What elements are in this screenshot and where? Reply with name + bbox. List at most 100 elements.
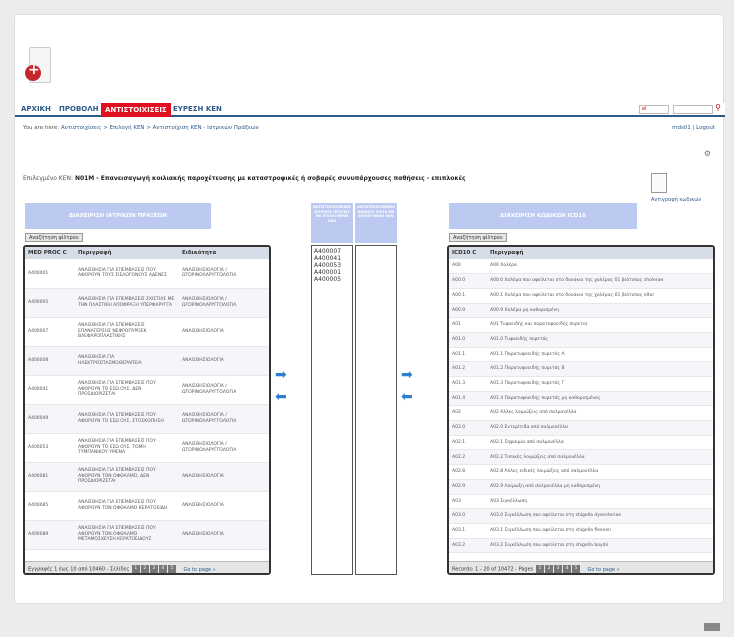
icd10-cell: A01 <box>449 317 487 333</box>
procedure-row[interactable]: A400085 ΑΝΑΙΣΘΗΣΙΑ ΓΙΑ ΕΠΕΜΒΑΣΕΙΣ ΠΟΥ ΑΦΟ… <box>25 491 269 521</box>
icd10-row[interactable]: A01.4 A01.4 Παρατυφοειδής πυρετός μη καθο… <box>449 391 713 407</box>
icd10-row[interactable]: A03.2 A03.2 Σιγκέλλωση που οφείλεται στη … <box>449 538 713 554</box>
assigned-code[interactable]: A400005 <box>314 276 350 283</box>
procedure-cell: ΑΝΑΙΣΘΗΣΙΑ ΓΙΑ ΕΠΕΜΒΑΣΕΙΣ ΕΠΑΝΑΓΕΡΣΗΣ ΝΕ… <box>75 317 179 347</box>
icd10-cell: A03.0 Σιγκέλλωση που οφείλεται στη shige… <box>487 508 713 524</box>
icd10-row[interactable]: A02.0 A02.0 Εντερίτιδα από σαλμονέλλα <box>449 420 713 436</box>
procedure-cell: ΑΝΑΙΣΘΗΣΙΑ ΓΙΑ ΕΠΕΜΒΑΣΕΙΣ ΠΟΥ ΑΦΟΡΟΥΝ ΤΟ… <box>75 259 179 289</box>
icd10-cell: A01 Τυφοειδής και παρατυφοειδής πυρετοί <box>487 317 713 333</box>
procedure-row[interactable]: A400005 ΑΝΑΙΣΘΗΣΙΑ ΓΙΑ ΕΠΕΜΒΑΣΕΙΣ ΣΧΙΣΤΙΑ… <box>25 288 269 318</box>
procedure-cell: ΑΝΑΙΣΘΗΣΙΟΛΟΓΙΑ / ΩΤΟΡΙΝΟΛΑΡΥΓΓΟΛΟΓΙΑ <box>179 433 269 463</box>
left-page-button[interactable]: 4 <box>158 565 167 573</box>
assigned-icd-list[interactable] <box>355 245 397 575</box>
nav-item-home[interactable]: ΑΡΧΙΚΗ <box>21 105 51 113</box>
col-specialty[interactable]: Ειδικότητα <box>179 247 269 259</box>
search-input[interactable] <box>673 105 713 114</box>
user-info[interactable]: mds01 | Logout <box>672 125 715 131</box>
icd10-cell: A01.0 Τυφοειδής πυρετός <box>487 332 713 348</box>
icd10-cell: A02.0 <box>449 420 487 436</box>
col-description[interactable]: Περιγραφή <box>75 247 179 259</box>
document-icon[interactable] <box>651 173 667 193</box>
icd10-cell: A01.1 <box>449 347 487 363</box>
icd10-row[interactable]: A02.1 A02.1 Σηψαιμία από σαλμονέλλα <box>449 435 713 451</box>
language-select[interactable]: el <box>639 105 669 114</box>
left-page-button[interactable]: 3 <box>149 565 158 573</box>
selected-code: N01M <box>74 175 95 182</box>
left-page-button[interactable]: 1 <box>131 565 140 573</box>
right-page-button[interactable]: 1 <box>535 565 544 573</box>
icd10-cell: A02.2 <box>449 449 487 466</box>
icd10-row[interactable]: A03 A03 Σιγκέλλωση <box>449 494 713 510</box>
icd10-row[interactable]: A00.1 A00.1 Χολέρα που οφείλεται στο δονά… <box>449 288 713 304</box>
icd10-row[interactable]: A03.0 A03.0 Σιγκέλλωση που οφείλεται στη … <box>449 508 713 524</box>
icd10-row[interactable]: A00 A00 Χολέρα <box>449 259 713 275</box>
medical-cross-icon <box>25 62 41 81</box>
search-icon[interactable]: ⚲ <box>715 103 721 112</box>
procedure-row[interactable]: A400053 ΑΝΑΙΣΘΗΣΙΑ ΓΙΑ ΕΠΕΜΒΑΣΕΙΣ ΠΟΥ ΑΦΟ… <box>25 433 269 463</box>
right-page-button[interactable]: 4 <box>562 565 571 573</box>
right-goto-page[interactable]: Go to page » <box>587 567 619 573</box>
right-page-button[interactable]: 2 <box>544 565 553 573</box>
remove-left-arrow-icon[interactable]: ⬅ <box>275 389 287 405</box>
left-pager: Εγγραφές 1 έως 10 από 10460 - Σελίδες 12… <box>25 561 269 573</box>
add-icd-arrow-icon[interactable]: ➡ <box>401 367 413 383</box>
icd10-cell: A00.1 Χολέρα που οφείλεται στο δονάκιο τ… <box>487 288 713 304</box>
copy-codes-link[interactable]: Αντιγραφή κωδικών <box>651 197 711 203</box>
footer-badge <box>704 623 720 631</box>
icd10-row[interactable]: A01.3 A01.3 Παρατυφοειδής πυρετός Γ <box>449 376 713 392</box>
icd10-cell: A02.1 Σηψαιμία από σαλμονέλλα <box>487 435 713 451</box>
icd10-row[interactable]: A01 A01 Τυφοειδής και παρατυφοειδής πυρετ… <box>449 317 713 333</box>
icd10-row[interactable]: A02.9 A02.9 Λοίμωξη από σαλμονέλλα μη καθ… <box>449 479 713 495</box>
right-filter-button[interactable]: Αναζήτηση φίλτρου <box>449 233 507 242</box>
icd10-row[interactable]: A01.2 A01.2 Παρατυφοειδής πυρετός Β <box>449 361 713 377</box>
assigned-code[interactable]: A400041 <box>314 255 350 262</box>
assigned-code[interactable]: A400007 <box>314 248 350 255</box>
icd10-row[interactable]: A02 A02 Άλλες λοιμώξεις από σαλμονέλλα <box>449 405 713 422</box>
icd10-row[interactable]: A01.0 A01.0 Τυφοειδής πυρετός <box>449 332 713 348</box>
procedure-cell: ΑΝΑΙΣΘΗΣΙΑ ΓΙΑ ΕΠΕΜΒΑΣΕΙΣ ΠΟΥ ΑΦΟΡΟΥΝ ΤΟ… <box>75 520 179 550</box>
assigned-code[interactable]: A400001 <box>314 269 350 276</box>
col-med-proc[interactable]: MED PROC C <box>25 247 75 259</box>
icd10-cell: A02.8 <box>449 464 487 480</box>
mid-right-header: ΑΝΤΙΣΤΟΙΧΙΣΜΕΝΟΙ ΚΩΔΙΚΟΙ ICD10 ΜΕ ΕΠΙΛΕΓ… <box>355 203 397 243</box>
nav-item-view[interactable]: ΠΡΟΒΟΛΗ <box>59 105 99 113</box>
icd10-cell: A00 <box>449 259 487 275</box>
procedure-cell: A400049 <box>25 404 75 434</box>
add-right-arrow-icon[interactable]: ➡ <box>275 367 287 383</box>
procedure-row[interactable]: A400001 ΑΝΑΙΣΘΗΣΙΑ ΓΙΑ ΕΠΕΜΒΑΣΕΙΣ ΠΟΥ ΑΦΟ… <box>25 259 269 289</box>
icd10-cell: A01.0 <box>449 332 487 348</box>
icd10-row[interactable]: A02.8 A02.8 Άλλες ειδικές λοιμώξεις από σ… <box>449 464 713 480</box>
icd10-cell: A01.2 <box>449 361 487 377</box>
procedure-row[interactable]: A400008 ΑΝΑΙΣΘΗΣΙΑ ΓΙΑ ΗΛΕΚΤΡΟΣΠΑΣΜΟΘΕΡΑΠ… <box>25 346 269 376</box>
left-page-button[interactable]: 2 <box>140 565 149 573</box>
icd10-row[interactable]: A00.0 A00.0 Χολέρα που οφείλεται στο δονά… <box>449 273 713 289</box>
procedure-cell: ΑΝΑΙΣΘΗΣΙΑ ΓΙΑ ΕΠΕΜΒΑΣΕΙΣ ΠΟΥ ΑΦΟΡΟΥΝ ΤΟ… <box>75 491 179 521</box>
right-page-button[interactable]: 5 <box>571 565 580 573</box>
left-panel-header: ΔΙΑΧΕΙΡΙΣΗ ΙΑΤΡΙΚΩΝ ΠΡΑΞΕΩΝ <box>25 203 211 229</box>
right-page-button[interactable]: 3 <box>553 565 562 573</box>
left-goto-page[interactable]: Go to page » <box>183 567 215 573</box>
icd10-row[interactable]: A02.2 A02.2 Τοπικές λοιμώξεις από σαλμονέ… <box>449 449 713 466</box>
nav-item-mappings[interactable]: ΑΝΤΙΣΤΟΙΧΙΣΕΙΣ <box>101 103 171 117</box>
procedure-row[interactable]: A400049 ΑΝΑΙΣΘΗΣΙΑ ΓΙΑ ΕΠΕΜΒΑΣΕΙΣ ΠΟΥ ΑΦΟ… <box>25 404 269 434</box>
icd10-cell: A02.8 Άλλες ειδικές λοιμώξεις από σαλμον… <box>487 464 713 480</box>
assigned-procedures-list[interactable]: A400007 A400041 A400053 A400001 A400005 <box>311 245 353 575</box>
remove-icd-arrow-icon[interactable]: ⬅ <box>401 389 413 405</box>
nav-item-find[interactable]: ΕΥΡΕΣΗ ΚΕΝ <box>173 105 222 113</box>
icd10-row[interactable]: A01.1 A01.1 Παρατυφοειδής πυρετός Α <box>449 347 713 363</box>
assigned-code[interactable]: A400053 <box>314 262 350 269</box>
icd10-row[interactable]: A03.1 A03.1 Σιγκέλλωση που οφείλεται στη … <box>449 523 713 539</box>
breadcrumb-path[interactable]: Αντιστοιχίσεις > Επιλογή ΚΕΝ > Αντιστοίχ… <box>61 125 259 131</box>
settings-icon[interactable]: ⚙ <box>704 149 711 158</box>
icd10-row[interactable]: A00.9 A00.9 Χολέρα μη καθορισμένη <box>449 303 713 319</box>
procedure-row[interactable]: A400041 ΑΝΑΙΣΘΗΣΙΑ ΓΙΑ ΕΠΕΜΒΑΣΕΙΣ ΠΟΥ ΑΦΟ… <box>25 375 269 405</box>
col-icd-description[interactable]: Περιγραφή <box>487 247 713 259</box>
procedure-row[interactable]: A400081 ΑΝΑΙΣΘΗΣΙΑ ΓΙΑ ΕΠΕΜΒΑΣΕΙΣ ΠΟΥ ΑΦΟ… <box>25 462 269 492</box>
procedure-cell: A400041 <box>25 375 75 405</box>
icd10-cell: A03.2 Σιγκέλλωση που οφείλεται στη shige… <box>487 538 713 554</box>
left-page-button[interactable]: 5 <box>167 565 176 573</box>
procedure-row[interactable]: A400007 ΑΝΑΙΣΘΗΣΙΑ ΓΙΑ ΕΠΕΜΒΑΣΕΙΣ ΕΠΑΝΑΓΕ… <box>25 317 269 347</box>
procedure-row[interactable]: A400089 ΑΝΑΙΣΘΗΣΙΑ ΓΙΑ ΕΠΕΜΒΑΣΕΙΣ ΠΟΥ ΑΦΟ… <box>25 520 269 550</box>
left-filter-button[interactable]: Αναζήτηση φίλτρου <box>25 233 83 242</box>
col-icd10[interactable]: ICD10 C <box>449 247 487 259</box>
